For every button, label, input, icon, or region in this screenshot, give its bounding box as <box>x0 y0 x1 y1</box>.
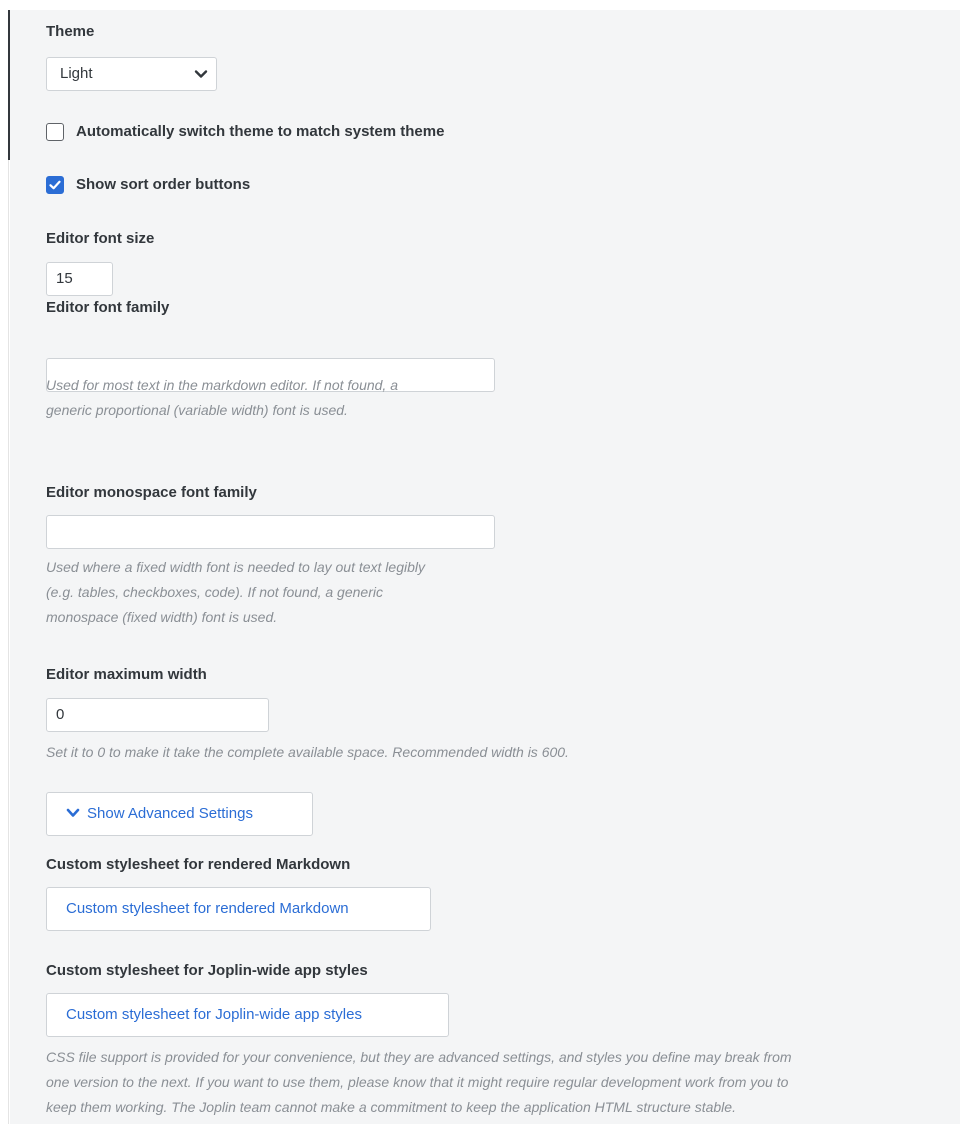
font-family-help: Used for most text in the markdown edito… <box>46 373 926 423</box>
mono-family-help-line: (e.g. tables, checkboxes, code). If not … <box>46 584 383 600</box>
mono-family-label: Editor monospace font family <box>46 484 257 501</box>
custom-md-css-button[interactable]: Custom stylesheet for rendered Markdown <box>46 887 431 931</box>
sidebar-edge <box>0 10 10 1124</box>
sort-buttons-checkbox[interactable] <box>46 176 64 194</box>
font-size-label: Editor font size <box>46 230 155 247</box>
sort-buttons-label: Show sort order buttons <box>76 176 251 193</box>
custom-css-help-line: keep them working. The Joplin team canno… <box>46 1099 736 1115</box>
top-strip <box>0 0 960 10</box>
font-family-label: Editor font family <box>46 299 170 316</box>
font-size-input[interactable]: 15 <box>46 262 113 296</box>
max-width-label: Editor maximum width <box>46 666 207 683</box>
font-family-help-line: Used for most text in the markdown edito… <box>46 377 398 393</box>
checkmark-icon <box>49 180 61 190</box>
settings-content: Theme Light Automatically switch theme t… <box>10 10 960 1124</box>
max-width-input[interactable]: 0 <box>46 698 269 732</box>
custom-css-help-line: CSS file support is provided for your co… <box>46 1049 792 1065</box>
auto-switch-label: Automatically switch theme to match syst… <box>76 123 445 140</box>
chevron-down-icon <box>66 808 80 817</box>
theme-label: Theme <box>46 23 95 40</box>
max-width-help: Set it to 0 to make it take the complete… <box>46 744 569 760</box>
theme-select-value: Light <box>60 65 93 82</box>
show-advanced-button[interactable]: Show Advanced Settings <box>46 792 313 836</box>
custom-css-help-line: one version to the next. If you want to … <box>46 1074 789 1090</box>
custom-app-css-button[interactable]: Custom stylesheet for Joplin-wide app st… <box>46 993 449 1037</box>
theme-select[interactable]: Light <box>46 57 217 91</box>
show-advanced-label: Show Advanced Settings <box>87 805 253 822</box>
custom-md-css-label: Custom stylesheet for rendered Markdown <box>46 856 351 873</box>
auto-switch-checkbox[interactable] <box>46 123 64 141</box>
font-family-help-line: generic proportional (variable width) fo… <box>46 402 348 418</box>
custom-app-css-label: Custom stylesheet for Joplin-wide app st… <box>46 962 368 979</box>
mono-family-input[interactable] <box>46 515 495 549</box>
custom-css-help: CSS file support is provided for your co… <box>46 1045 926 1120</box>
chevron-down-icon <box>194 70 208 78</box>
mono-family-help-line: Used where a fixed width font is needed … <box>46 559 425 575</box>
mono-family-help: Used where a fixed width font is needed … <box>46 555 926 630</box>
mono-family-help-line: monospace (fixed width) font is used. <box>46 609 278 625</box>
settings-page: Theme Light Automatically switch theme t… <box>0 0 960 1124</box>
